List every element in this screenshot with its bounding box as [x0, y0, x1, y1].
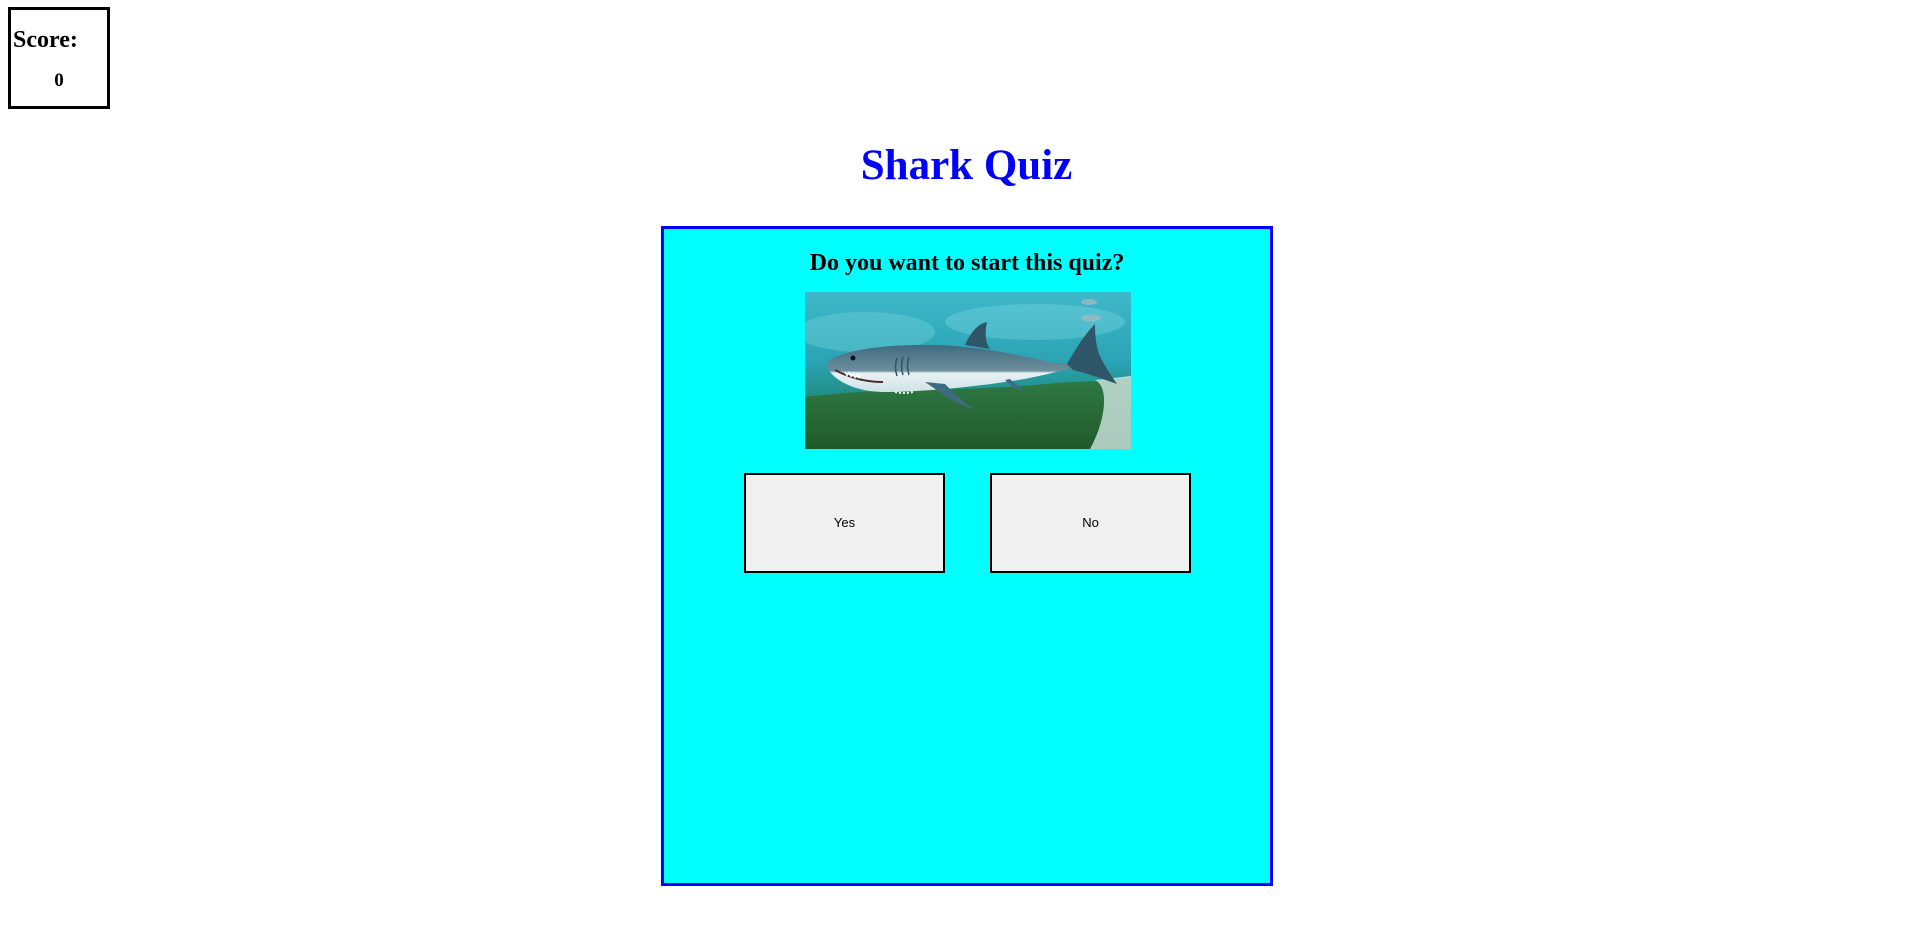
yes-button[interactable]: Yes — [744, 473, 945, 573]
question-text: Do you want to start this quiz? — [809, 250, 1125, 276]
score-label: Score: — [13, 27, 78, 53]
page-title: Shark Quiz — [860, 142, 1073, 189]
score-value: 0 — [54, 70, 64, 91]
quiz-panel: Do you want to start this quiz? Yes No — [661, 226, 1273, 886]
no-button[interactable]: No — [990, 473, 1191, 573]
score-box: Score: 0 — [8, 7, 110, 109]
shark-image — [805, 292, 1131, 449]
